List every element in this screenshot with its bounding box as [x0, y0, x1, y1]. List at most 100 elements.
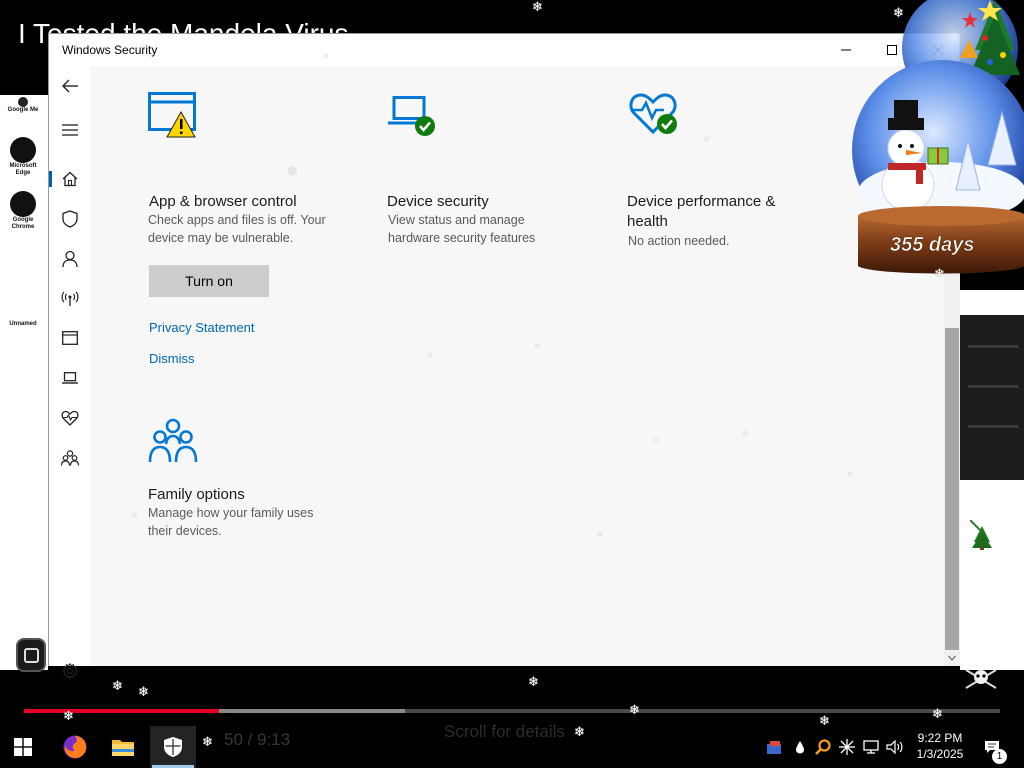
network-icon	[863, 740, 879, 754]
sidebar-item-family-options[interactable]	[49, 438, 91, 478]
taskbar-clock[interactable]: 9:22 PM 1/3/2025	[900, 730, 980, 762]
device-performance-description: No action needed.	[628, 234, 730, 248]
family-options-description-line2: their devices.	[148, 524, 222, 538]
desktop-icon-label: Microsoft Edge	[9, 163, 37, 176]
device-security-title: Device security	[387, 193, 489, 210]
sidebar-item-account-protection[interactable]	[49, 239, 91, 279]
taskbar-windows-security[interactable]	[150, 726, 196, 768]
video-progress-bar[interactable]	[24, 709, 1000, 713]
clock-time: 9:22 PM	[917, 731, 963, 745]
back-button[interactable]	[49, 66, 91, 106]
laptop-icon	[388, 96, 435, 136]
family-options-card[interactable]: Family options Manage how your family us…	[91, 396, 351, 616]
security-at-a-glance-content: App & browser control Check apps and fil…	[91, 66, 944, 666]
person-icon	[62, 250, 78, 268]
chrome-icon	[10, 191, 36, 217]
home-icon	[62, 171, 78, 187]
video-progress-played	[24, 709, 220, 713]
sidebar-item-device-performance[interactable]	[49, 398, 91, 438]
wifi-antenna-icon	[61, 291, 79, 306]
family-icon	[148, 418, 198, 463]
device-security-card[interactable]: Device security View status and manage h…	[366, 66, 596, 396]
family-options-description-line1: Manage how your family uses	[148, 506, 314, 520]
window-icon	[24, 648, 39, 663]
shield-icon	[164, 737, 182, 757]
video-thumbnail[interactable]	[960, 315, 1024, 480]
desktop-icon-chrome[interactable]: Google Chrome	[6, 191, 40, 231]
taskbar-file-explorer[interactable]	[100, 726, 146, 768]
device-security-description-line1: View status and manage	[388, 213, 525, 227]
windows-security-window: Windows Security App & browser control C…	[48, 33, 960, 679]
desktop-icon-google[interactable]: Google Me	[6, 97, 40, 114]
chevron-down-icon	[948, 655, 956, 661]
scrollbar-thumb[interactable]	[945, 328, 959, 650]
desktop-icon-strip: Google Me Microsoft Edge Google Chrome U…	[0, 95, 48, 670]
sidebar-item-app-browser-control[interactable]	[49, 318, 91, 358]
scroll-down-button[interactable]	[944, 650, 960, 666]
thumbnail-shelf	[968, 385, 1018, 388]
title-bar[interactable]: Windows Security	[49, 34, 959, 66]
tray-droplet-icon[interactable]	[790, 726, 810, 768]
christmas-tree-cursor-icon	[970, 520, 992, 550]
heart-pulse-icon	[61, 410, 79, 426]
desktop-icon-label: Google Me	[7, 107, 39, 113]
windows-logo-icon	[14, 738, 32, 756]
hamburger-menu-button[interactable]	[49, 110, 91, 150]
settings-button[interactable]	[49, 658, 91, 684]
desktop-icon-label: Google Chrome	[11, 217, 35, 230]
start-button[interactable]	[0, 726, 46, 768]
thumbnail-shelf	[968, 425, 1018, 428]
sidebar-toggle-button[interactable]	[16, 638, 46, 672]
window-title: Windows Security	[62, 43, 158, 57]
app-browser-control-card: App & browser control Check apps and fil…	[91, 66, 326, 396]
family-options-title: Family options	[148, 486, 245, 503]
edge-icon	[10, 137, 36, 163]
tray-sparkle-icon[interactable]	[836, 726, 858, 768]
app-browser-description-line2: device may be vulnerable.	[148, 231, 294, 245]
shield-icon	[62, 210, 78, 228]
sidebar-item-device-security[interactable]	[49, 358, 91, 398]
desktop-icon-label: Unnamed	[9, 321, 37, 327]
taskbar	[0, 726, 1024, 768]
dismiss-link[interactable]: Dismiss	[149, 351, 195, 366]
droplet-icon	[796, 741, 804, 754]
sparkle-icon	[839, 739, 855, 755]
privacy-statement-link[interactable]: Privacy Statement	[149, 320, 255, 335]
sidebar-item-virus-protection[interactable]	[49, 199, 91, 239]
device-performance-title-line2: health	[627, 213, 668, 230]
tray-app-icon	[767, 741, 781, 754]
folder-icon	[112, 740, 134, 756]
turn-on-button[interactable]: Turn on	[149, 265, 269, 297]
hamburger-menu-icon	[62, 124, 78, 136]
device-security-description-line2: hardware security features	[388, 231, 536, 245]
notification-count-badge: 1	[992, 749, 1007, 764]
sidebar-item-home[interactable]	[49, 159, 91, 199]
snow-globe-countdown-widget: 355 days	[852, 0, 1024, 274]
days-countdown-label: 355 days	[890, 234, 975, 256]
tray-search-icon[interactable]	[812, 726, 834, 768]
navigation-sidebar	[49, 66, 91, 679]
desktop-icon-unnamed[interactable]: Unnamed	[6, 321, 40, 328]
taskbar-firefox[interactable]	[52, 726, 98, 768]
clock-date: 1/3/2025	[916, 747, 964, 761]
desktop-icon-edge[interactable]: Microsoft Edge	[6, 137, 40, 177]
app-browser-icon	[148, 92, 196, 138]
family-icon	[61, 450, 79, 466]
app-browser-title[interactable]: App & browser control	[149, 192, 297, 212]
back-arrow-icon	[62, 79, 78, 93]
laptop-icon	[62, 372, 78, 384]
firefox-icon	[63, 735, 87, 759]
thumbnail-shelf	[968, 345, 1018, 348]
tray-app-icon[interactable]	[764, 726, 786, 768]
app-browser-icon	[62, 331, 78, 345]
heart-pulse-icon	[629, 93, 677, 135]
app-icon	[18, 97, 28, 107]
skull-crossbones-icon	[965, 669, 997, 689]
search-icon	[815, 739, 831, 755]
app-browser-description-line1: Check apps and files is off. Your	[148, 213, 326, 227]
sidebar-item-firewall-network[interactable]	[49, 279, 91, 319]
device-performance-card[interactable]: Device performance & health No action ne…	[606, 66, 846, 396]
tray-network-icon[interactable]	[860, 726, 882, 768]
gear-icon	[62, 663, 78, 679]
device-performance-title-line1: Device performance &	[627, 193, 776, 210]
